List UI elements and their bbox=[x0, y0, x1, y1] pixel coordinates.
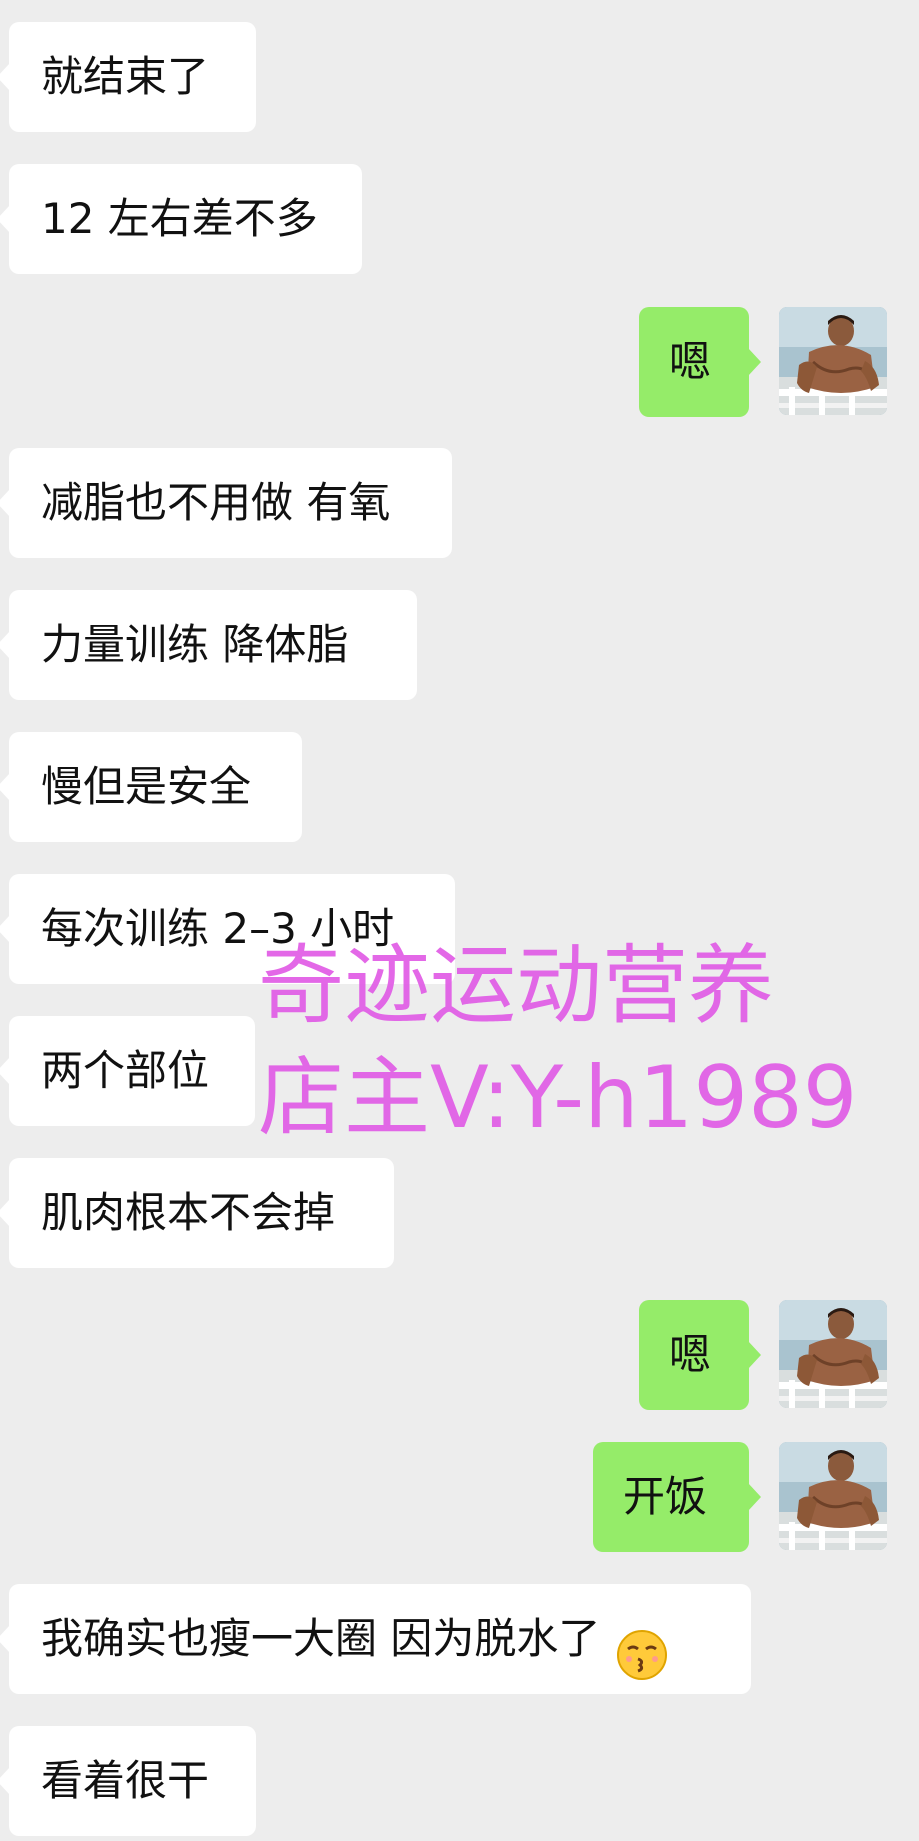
message-row: 嗯 bbox=[0, 1300, 919, 1410]
message-row: 每次训练 2–3 小时 bbox=[0, 874, 919, 984]
message-row: 力量训练 降体脂 bbox=[0, 590, 919, 700]
message-text: 嗯 bbox=[669, 337, 712, 386]
message-row: 12 左右差不多 bbox=[0, 164, 919, 274]
message-text: 嗯 bbox=[669, 1330, 712, 1379]
message-text: 每次训练 2–3 小时 bbox=[41, 904, 395, 953]
message-text: 看着很干 bbox=[41, 1756, 210, 1805]
user-avatar-photo-icon bbox=[779, 1300, 887, 1408]
message-text: 减脂也不用做 有氧 bbox=[41, 478, 391, 527]
message-row: 就结束了 bbox=[0, 22, 919, 132]
incoming-message-bubble[interactable]: 力量训练 降体脂 bbox=[0, 590, 417, 700]
user-avatar-photo-icon bbox=[779, 307, 887, 415]
message-row: 看着很干 bbox=[0, 1726, 919, 1836]
user-avatar-photo-icon bbox=[779, 1442, 887, 1550]
incoming-message-bubble[interactable]: 看着很干 bbox=[0, 1726, 256, 1836]
avatar[interactable] bbox=[779, 1442, 887, 1550]
incoming-message-bubble[interactable]: 每次训练 2–3 小时 bbox=[0, 874, 455, 984]
incoming-message-bubble[interactable]: 慢但是安全 bbox=[0, 732, 302, 842]
message-row: 肌肉根本不会掉 bbox=[0, 1158, 919, 1268]
kissing-face-emoji-icon bbox=[616, 1612, 668, 1680]
incoming-message-bubble[interactable]: 减脂也不用做 有氧 bbox=[0, 448, 452, 558]
message-text: 力量训练 降体脂 bbox=[41, 620, 349, 669]
incoming-message-bubble[interactable]: 肌肉根本不会掉 bbox=[0, 1158, 394, 1268]
avatar[interactable] bbox=[779, 307, 887, 415]
message-text: 两个部位 bbox=[41, 1046, 210, 1095]
message-row: 减脂也不用做 有氧 bbox=[0, 448, 919, 558]
outgoing-message-bubble[interactable]: 开饭 bbox=[593, 1442, 761, 1552]
message-text: 12 左右差不多 bbox=[41, 194, 318, 243]
chat-window: 就结束了 12 左右差不多 嗯 减脂也不用做 有氧 力量训练 降体脂 慢但是安全… bbox=[0, 0, 919, 1841]
outgoing-message-bubble[interactable]: 嗯 bbox=[639, 307, 761, 417]
message-text: 慢但是安全 bbox=[41, 762, 252, 811]
avatar[interactable] bbox=[779, 1300, 887, 1408]
incoming-message-bubble[interactable]: 就结束了 bbox=[0, 22, 256, 132]
outgoing-message-bubble[interactable]: 嗯 bbox=[639, 1300, 761, 1410]
message-row: 嗯 bbox=[0, 307, 919, 417]
message-text: 开饭 bbox=[623, 1472, 708, 1521]
message-row: 我确实也瘦一大圈 因为脱水了 bbox=[0, 1584, 919, 1694]
incoming-message-bubble[interactable]: 12 左右差不多 bbox=[0, 164, 362, 274]
message-row: 开饭 bbox=[0, 1442, 919, 1552]
incoming-message-bubble[interactable]: 两个部位 bbox=[0, 1016, 255, 1126]
message-row: 两个部位 bbox=[0, 1016, 919, 1126]
message-row: 慢但是安全 bbox=[0, 732, 919, 842]
message-text: 就结束了 bbox=[41, 52, 210, 101]
message-text: 肌肉根本不会掉 bbox=[41, 1188, 336, 1237]
message-text: 我确实也瘦一大圈 因为脱水了 bbox=[41, 1614, 601, 1663]
incoming-message-bubble[interactable]: 我确实也瘦一大圈 因为脱水了 bbox=[0, 1584, 751, 1694]
